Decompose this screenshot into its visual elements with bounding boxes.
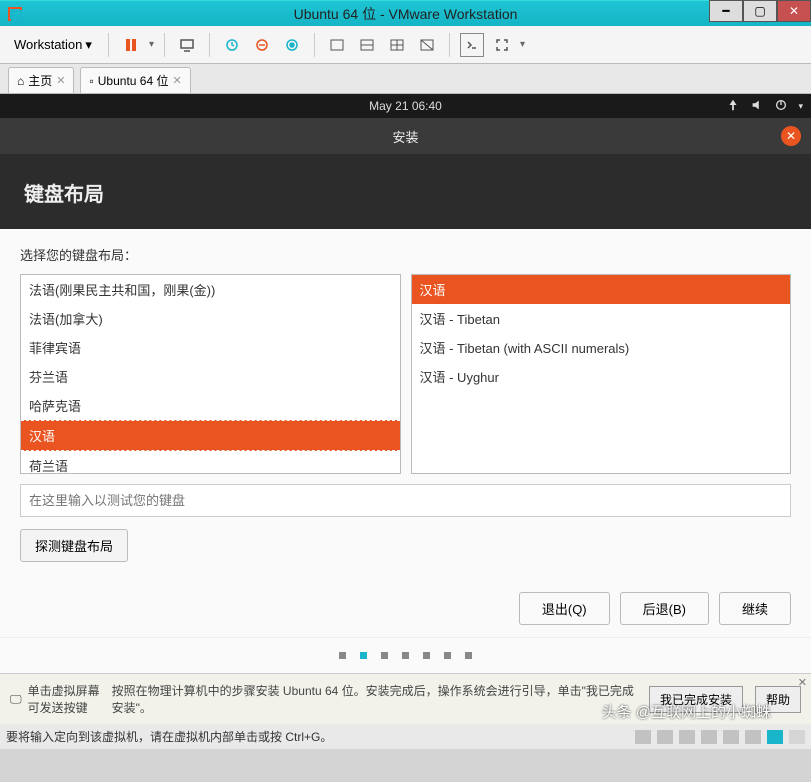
layout-item[interactable]: 汉语 bbox=[21, 420, 400, 451]
tab-label: Ubuntu 64 位 bbox=[98, 72, 169, 89]
close-icon[interactable]: ✕ bbox=[172, 74, 181, 87]
layout-item[interactable]: 法语(刚果民主共和国，刚果(金)) bbox=[21, 275, 400, 304]
variant-item[interactable]: 汉语 - Uyghur bbox=[412, 362, 791, 391]
power-icon[interactable] bbox=[774, 98, 788, 115]
device-icon[interactable] bbox=[657, 730, 673, 744]
separator bbox=[449, 33, 450, 57]
installer-close-button[interactable]: ✕ bbox=[781, 126, 801, 146]
layout-item[interactable]: 芬兰语 bbox=[21, 362, 400, 391]
layout-item[interactable]: 法语(加拿大) bbox=[21, 304, 400, 333]
tab-label: 主页 bbox=[28, 72, 52, 89]
home-icon: ⌂ bbox=[17, 74, 24, 88]
device-icon[interactable] bbox=[723, 730, 739, 744]
chevron-down-icon: ▾ bbox=[85, 37, 92, 53]
installer-body: 选择您的键盘布局： 法语(刚果民主共和国，刚果(金))法语(加拿大)菲律宾语芬兰… bbox=[0, 229, 811, 637]
installer-header: 安装 ✕ bbox=[0, 118, 811, 154]
progress-dot bbox=[339, 652, 346, 659]
monitor-icon: 🖵 bbox=[10, 692, 22, 707]
network-icon[interactable] bbox=[726, 98, 740, 115]
workstation-menu[interactable]: Workstation ▾ bbox=[8, 34, 98, 56]
tab-home[interactable]: ⌂ 主页 ✕ bbox=[8, 67, 74, 93]
status-bar: 要将输入定向到该虚拟机，请在虚拟机内部单击或按 Ctrl+G。 bbox=[0, 724, 811, 749]
detect-layout-button[interactable]: 探测键盘布局 bbox=[20, 529, 128, 562]
vm-icon: ▫ bbox=[89, 74, 93, 88]
snapshot-icon[interactable] bbox=[220, 33, 244, 57]
snapshot-manager-icon[interactable] bbox=[250, 33, 274, 57]
view-quad-icon[interactable] bbox=[385, 33, 409, 57]
separator bbox=[108, 33, 109, 57]
ubuntu-indicators: ▾ bbox=[726, 98, 803, 115]
vm-hint-bar: ✕ 🖵 单击虚拟屏幕 可发送按键 按照在物理计算机中的步骤安装 Ubuntu 6… bbox=[0, 673, 811, 724]
variant-list[interactable]: 汉语汉语 - Tibetan汉语 - Tibetan (with ASCII n… bbox=[411, 274, 792, 474]
hint-line2: 可发送按键 bbox=[28, 699, 100, 716]
device-icon[interactable] bbox=[789, 730, 805, 744]
chevron-down-icon[interactable]: ▾ bbox=[520, 39, 525, 50]
progress-dot bbox=[465, 652, 472, 659]
vmware-toolbar: Workstation ▾ ▾ ▾ bbox=[0, 26, 811, 64]
layout-list[interactable]: 法语(刚果民主共和国，刚果(金))法语(加拿大)菲律宾语芬兰语哈萨克语汉语荷兰语… bbox=[20, 274, 401, 474]
variant-header[interactable]: 汉语 bbox=[412, 275, 791, 304]
hint-line1: 单击虚拟屏幕 bbox=[28, 682, 100, 699]
workstation-menu-label: Workstation bbox=[14, 37, 82, 52]
close-icon[interactable]: ✕ bbox=[56, 74, 65, 87]
separator bbox=[209, 33, 210, 57]
install-done-button[interactable]: 我已完成安装 bbox=[649, 686, 743, 713]
installer-title: 安装 bbox=[392, 127, 418, 146]
view-split-icon[interactable] bbox=[355, 33, 379, 57]
device-icon[interactable] bbox=[635, 730, 651, 744]
device-icon[interactable] bbox=[745, 730, 761, 744]
hint-text: 按照在物理计算机中的步骤安装 Ubuntu 64 位。安装完成后，操作系统会进行… bbox=[112, 682, 637, 716]
section-title: 键盘布局 bbox=[0, 154, 811, 229]
status-text: 要将输入定向到该虚拟机，请在虚拟机内部单击或按 Ctrl+G。 bbox=[6, 728, 332, 745]
view-unity-icon[interactable] bbox=[415, 33, 439, 57]
vmware-titlebar: Ubuntu 64 位 - VMware Workstation ━ ▢ ✕ bbox=[0, 0, 811, 26]
device-icon[interactable] bbox=[701, 730, 717, 744]
volume-icon[interactable] bbox=[750, 98, 764, 115]
device-icon[interactable] bbox=[767, 730, 783, 744]
progress-dot bbox=[423, 652, 430, 659]
send-icon[interactable] bbox=[175, 33, 199, 57]
fullscreen-icon[interactable] bbox=[490, 33, 514, 57]
hint-close-icon[interactable]: ✕ bbox=[798, 676, 807, 689]
variant-item[interactable]: 汉语 - Tibetan bbox=[412, 304, 791, 333]
progress-dot bbox=[360, 652, 367, 659]
window-title: Ubuntu 64 位 - VMware Workstation bbox=[0, 4, 811, 24]
tab-bar: ⌂ 主页 ✕ ▫ Ubuntu 64 位 ✕ bbox=[0, 64, 811, 94]
separator bbox=[164, 33, 165, 57]
back-button[interactable]: 后退(B) bbox=[620, 592, 709, 625]
layout-item[interactable]: 菲律宾语 bbox=[21, 333, 400, 362]
chevron-down-icon[interactable]: ▾ bbox=[798, 101, 803, 112]
separator bbox=[314, 33, 315, 57]
progress-dot bbox=[402, 652, 409, 659]
snapshot-revert-icon[interactable] bbox=[280, 33, 304, 57]
status-device-icons bbox=[635, 730, 805, 744]
quit-button[interactable]: 退出(Q) bbox=[519, 592, 610, 625]
layout-item[interactable]: 哈萨克语 bbox=[21, 391, 400, 420]
keyboard-test-input[interactable] bbox=[20, 484, 791, 517]
chevron-down-icon[interactable]: ▾ bbox=[149, 39, 154, 50]
layout-item[interactable]: 荷兰语 bbox=[21, 451, 400, 474]
help-button[interactable]: 帮助 bbox=[755, 686, 801, 713]
view-single-icon[interactable] bbox=[325, 33, 349, 57]
tab-vm[interactable]: ▫ Ubuntu 64 位 ✕ bbox=[80, 67, 190, 93]
ubuntu-top-bar: May 21 06:40 ▾ bbox=[0, 94, 811, 118]
console-icon[interactable] bbox=[460, 33, 484, 57]
progress-dot bbox=[444, 652, 451, 659]
hint-left: 🖵 单击虚拟屏幕 可发送按键 bbox=[10, 682, 100, 716]
continue-button[interactable]: 继续 bbox=[719, 592, 791, 625]
device-icon[interactable] bbox=[679, 730, 695, 744]
progress-dots bbox=[0, 637, 811, 673]
ubuntu-datetime[interactable]: May 21 06:40 bbox=[369, 99, 442, 113]
pause-icon[interactable] bbox=[119, 33, 143, 57]
progress-dot bbox=[381, 652, 388, 659]
variant-item[interactable]: 汉语 - Tibetan (with ASCII numerals) bbox=[412, 333, 791, 362]
keyboard-prompt: 选择您的键盘布局： bbox=[20, 245, 791, 264]
